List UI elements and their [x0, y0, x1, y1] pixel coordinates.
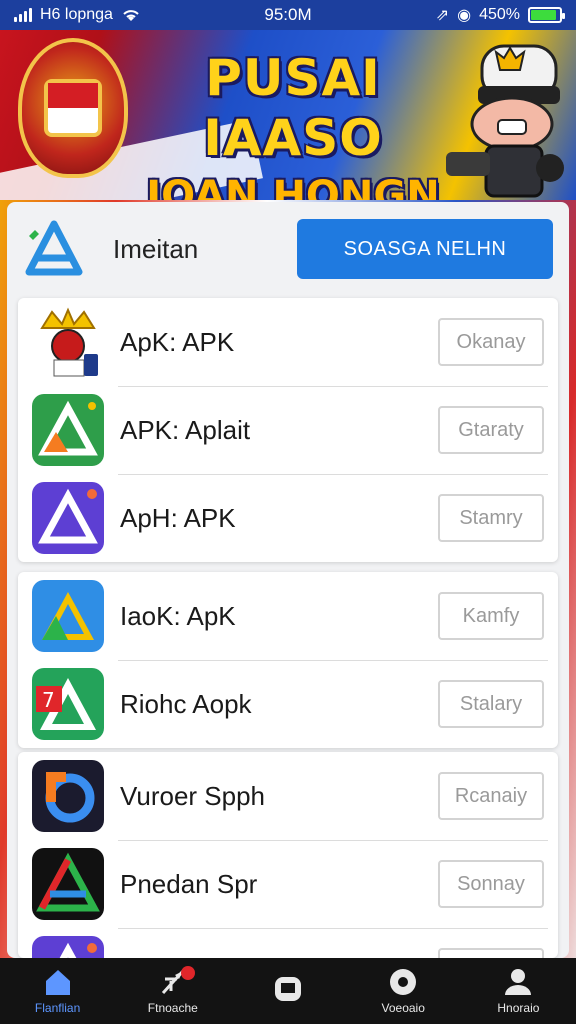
app-store-logo-icon	[25, 220, 83, 276]
app-name: Vuroer Spph	[120, 780, 266, 811]
search-row: Imeitan SOASGA NELHN	[7, 202, 569, 296]
banner-title: PUSAI IAASO IOAN HONGN	[138, 48, 448, 200]
nav-item-inbox[interactable]	[230, 958, 345, 1024]
nav-item-compass[interactable]: Voeoaio	[346, 958, 461, 1024]
nav-label: Hnoraio	[497, 1001, 540, 1015]
orange-ring-icon	[32, 760, 104, 832]
app-list-item[interactable]: Pnedan Spr Sonnay	[18, 840, 558, 928]
app-name: Riohc Aopk	[120, 688, 252, 719]
app-action-button[interactable]: Rcanaiy	[438, 772, 544, 820]
banner-title-line2: IOAN HONGN	[146, 173, 440, 200]
battery-icon	[528, 7, 565, 23]
app-card: IaoK: ApK Kamfy 7 Riohc Aopk Stalary	[18, 572, 558, 748]
app-list-item[interactable]: APK: Aplait Gtaraty	[18, 386, 558, 474]
red-green-delta-icon: 7	[32, 668, 104, 740]
app-name: ApH: APK	[120, 502, 236, 533]
app-action-button[interactable]: Kanay	[438, 948, 544, 958]
dark-delta-icon	[32, 848, 104, 920]
nav-item-rocket[interactable]: Ftnoache	[115, 958, 230, 1024]
status-left: H6 lopnga	[14, 6, 214, 24]
nav-label: Flanflian	[34, 1001, 81, 1015]
app-list-item[interactable]: ApH: APK Stamry	[18, 474, 558, 562]
nav-item-user[interactable]: Hnoraio	[461, 958, 576, 1024]
nav-label: Ftnoache	[147, 1001, 198, 1015]
compass-icon	[387, 967, 419, 997]
app-list-item[interactable]: Kakar IapareKanay	[18, 928, 558, 958]
home-icon	[42, 967, 74, 997]
nav-label: Voeoaio	[381, 1001, 425, 1015]
blue-delta-icon	[32, 580, 104, 652]
search-label: Imeitan	[113, 233, 199, 264]
location-icon: ⇗	[435, 7, 450, 24]
app-action-button[interactable]: Stamry	[438, 494, 544, 542]
garuda-emblem-icon	[18, 38, 128, 178]
purple-delta-icon	[32, 936, 104, 958]
app-list-item[interactable]: Vuroer Spph Rcanaiy	[18, 752, 558, 840]
crown-mascot-icon	[32, 306, 104, 378]
mascot-character-icon	[446, 44, 564, 198]
app-action-button[interactable]: Stalary	[438, 680, 544, 728]
app-name: APK: Aplait	[120, 414, 251, 445]
app-action-button[interactable]: Sonnay	[438, 860, 544, 908]
green-delta-icon	[32, 394, 104, 466]
nav-item-home[interactable]: Flanflian	[0, 958, 115, 1024]
status-bar: H6 lopnga 95:0M ⇗ ◉ 450%	[0, 0, 576, 30]
app-card: Vuroer Spph Rcanaiy Pnedan Spr Sonnay Kakar …	[18, 752, 558, 958]
app-action-button[interactable]: Gtaraty	[438, 406, 544, 454]
app-list-panel: Imeitan SOASGA NELHN ApK: APK Okanay APK: …	[7, 202, 569, 958]
carrier-name: H6 lopnga	[40, 6, 113, 23]
status-right: ⇗ ◉ 450%	[362, 5, 565, 25]
app-list-item[interactable]: IaoK: ApK Kamfy	[18, 572, 558, 660]
notification-badge	[181, 966, 196, 980]
svg-text:7: 7	[42, 688, 55, 712]
inbox-icon	[272, 974, 304, 1004]
app-name: Pnedan Spr	[120, 868, 258, 899]
banner-title-line1: PUSAI IAASO	[203, 49, 383, 167]
battery-level	[531, 10, 557, 20]
status-time: 95:0M	[264, 5, 312, 24]
signal-icon	[14, 8, 32, 22]
app-list-item[interactable]: ApK: APK Okanay	[18, 298, 558, 386]
app-card: ApK: APK Okanay APK: Aplait Gtaraty ApH: APK…	[18, 298, 558, 562]
promo-banner[interactable]: PUSAI IAASO IOAN HONGN	[0, 30, 576, 200]
app-action-button[interactable]: Okanay	[438, 318, 544, 366]
battery-percent: 450%	[479, 6, 520, 23]
wifi-icon	[123, 10, 139, 21]
shield-icon	[44, 79, 102, 137]
alarm-icon: ◉	[457, 7, 472, 24]
app-list-item[interactable]: 7 Riohc Aopk Stalary	[18, 660, 558, 748]
bottom-nav: Flanflian Ftnoache Voeoaio Hnoraio	[0, 958, 576, 1024]
app-name: ApK: APK	[120, 326, 235, 357]
user-icon	[502, 967, 534, 997]
purple-delta-icon	[32, 482, 104, 554]
app-name: IaoK: ApK	[120, 600, 236, 631]
app-action-button[interactable]: Kamfy	[438, 592, 544, 640]
search-button[interactable]: SOASGA NELHN	[297, 219, 553, 279]
